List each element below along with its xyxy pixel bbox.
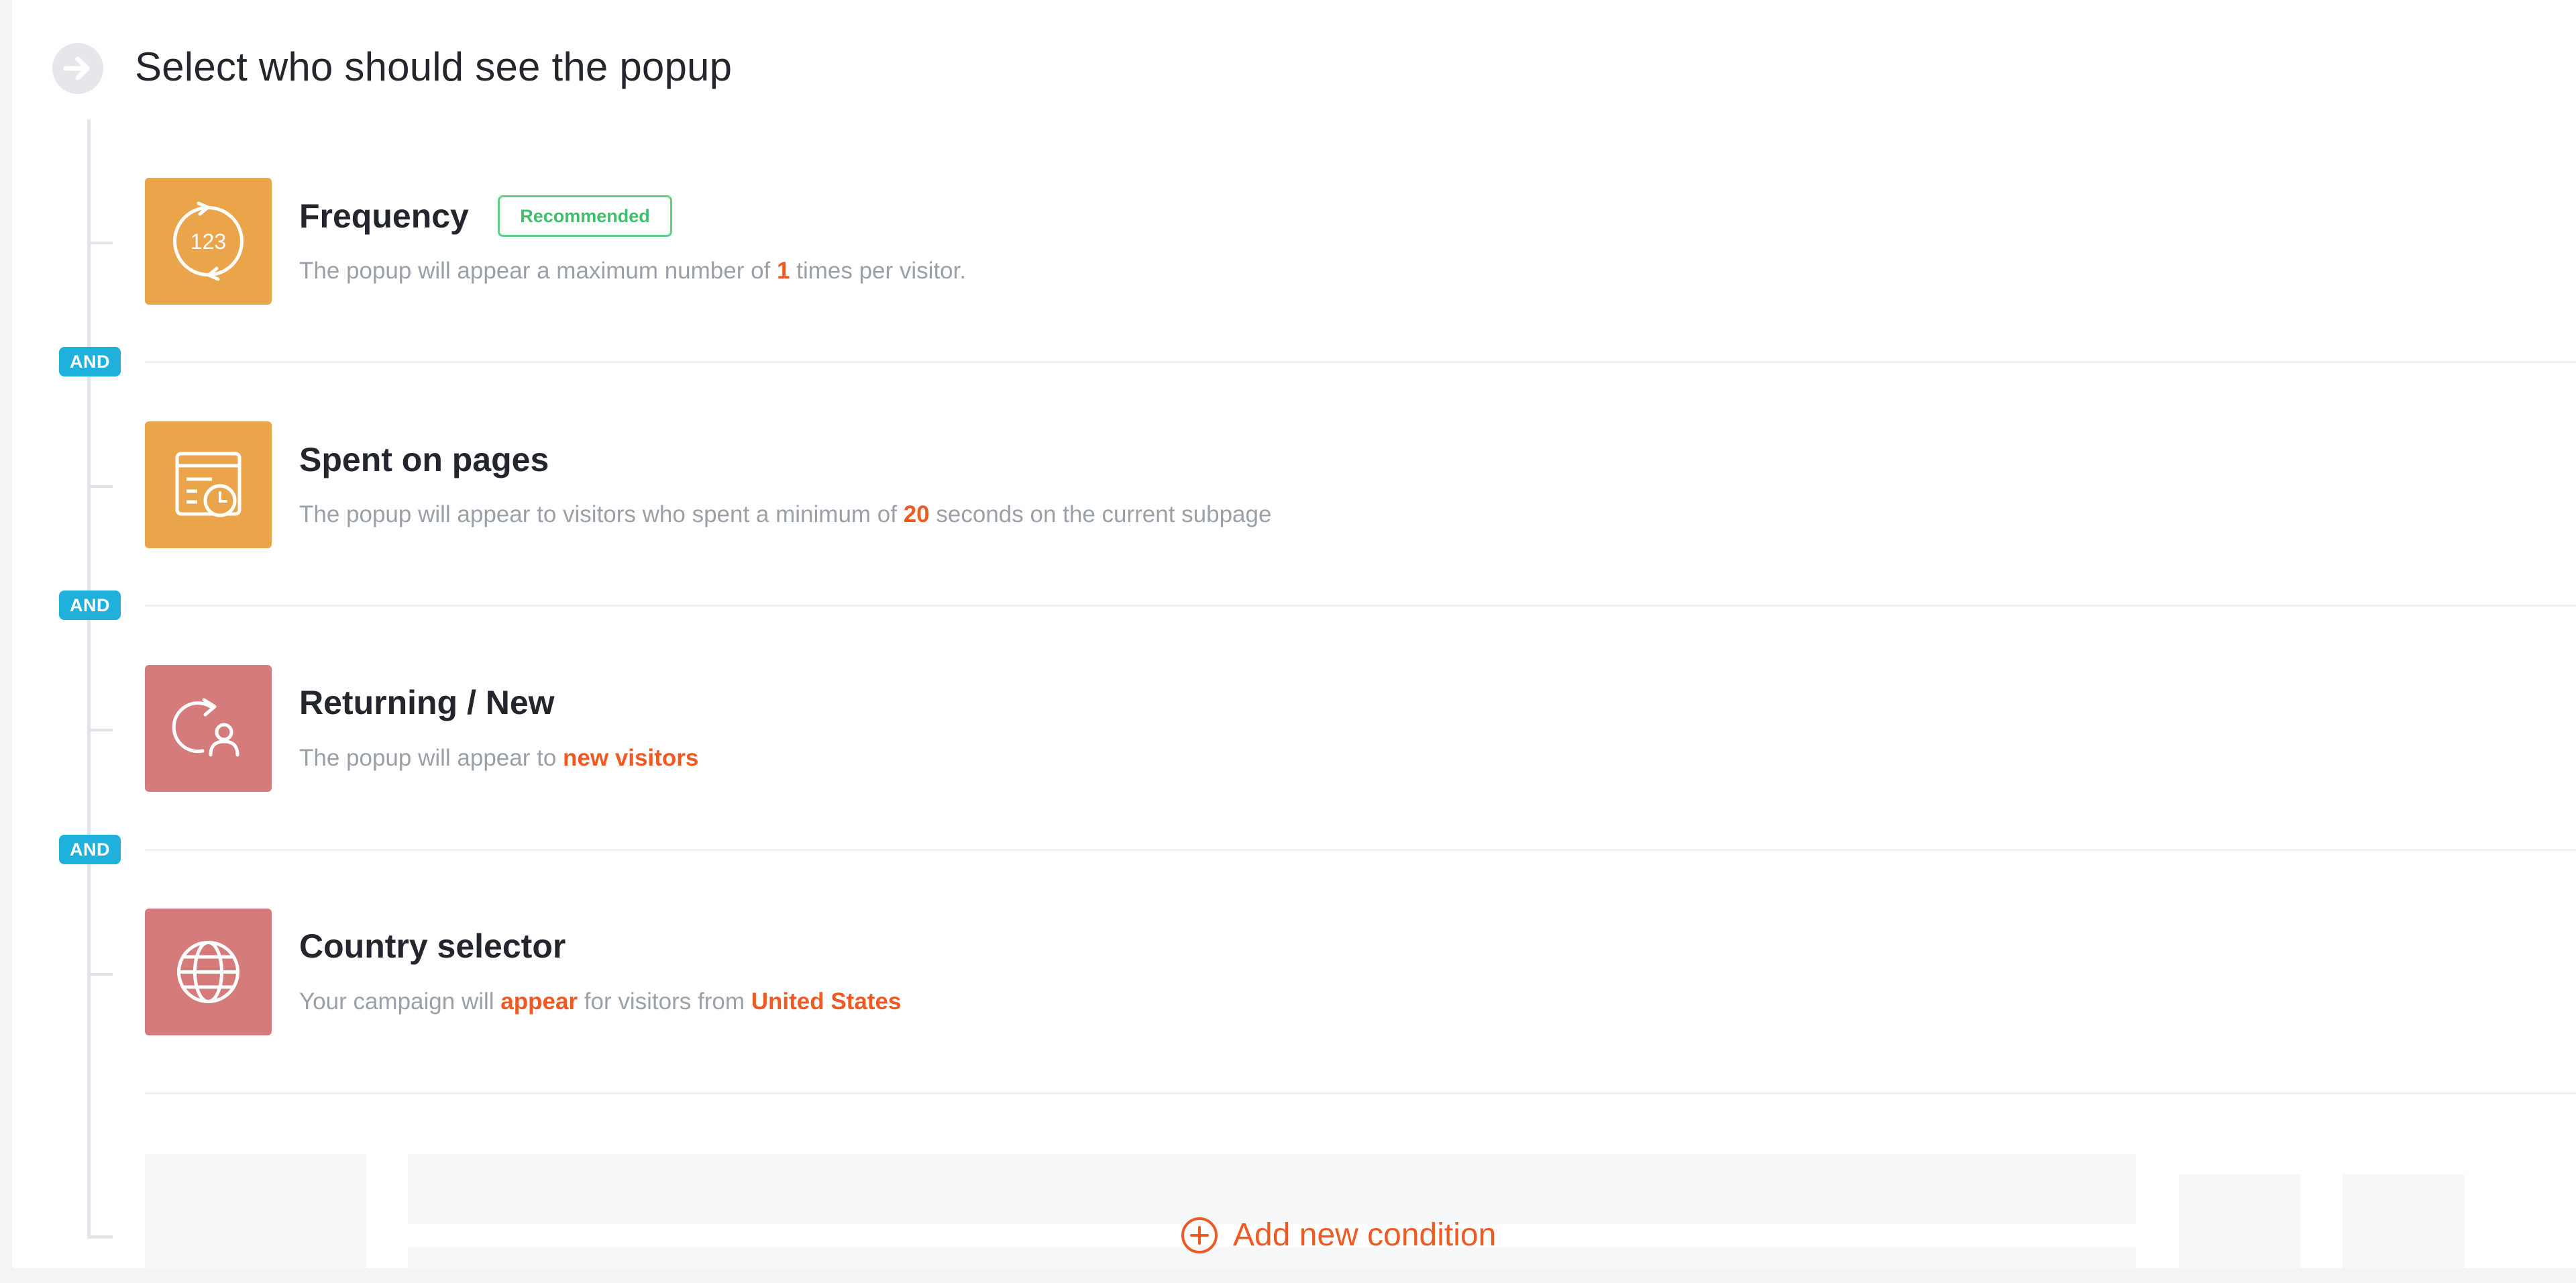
row-divider <box>145 1092 2576 1094</box>
row-divider <box>145 849 2576 851</box>
desc-text: Your campaign will <box>299 988 494 1015</box>
condition-desc-spent-on-pages: The popup will appear to visitors who sp… <box>299 499 1271 531</box>
ghost-placeholder <box>2179 1174 2301 1283</box>
row-divider <box>145 361 2576 363</box>
returning-visitor-icon[interactable] <box>145 665 272 792</box>
bottom-edge-strip <box>0 1268 2576 1283</box>
desc-text: for visitors from <box>584 988 745 1015</box>
desc-text: The popup will appear to <box>299 745 557 771</box>
arrow-right-circle-icon <box>52 43 103 94</box>
desc-text: times per visitor. <box>796 258 967 284</box>
and-operator-badge[interactable]: AND <box>59 591 121 620</box>
and-operator-badge[interactable]: AND <box>59 835 121 864</box>
condition-title-returning-new[interactable]: Returning / New <box>299 681 555 724</box>
left-edge-strip <box>0 0 12 1283</box>
add-new-condition-label: Add new condition <box>1233 1217 1497 1253</box>
timeline-end <box>87 1235 113 1239</box>
page-title: Select who should see the popup <box>135 44 733 89</box>
timeline-tick <box>91 242 113 244</box>
condition-desc-country-selector: Your campaign will appear for visitors f… <box>299 986 901 1018</box>
frequency-value[interactable]: 1 <box>777 258 790 284</box>
desc-text: The popup will appear a maximum number o… <box>299 258 771 284</box>
ghost-placeholder <box>2343 1174 2465 1283</box>
and-operator-badge[interactable]: AND <box>59 347 121 376</box>
condition-desc-frequency: The popup will appear a maximum number o… <box>299 255 966 287</box>
recommended-badge: Recommended <box>498 195 672 237</box>
ghost-placeholder <box>145 1154 366 1283</box>
condition-desc-returning-new: The popup will appear to new visitors <box>299 742 698 774</box>
svg-text:123: 123 <box>191 229 226 254</box>
timeline-line <box>87 119 91 1239</box>
display-mode-value[interactable]: appear <box>500 988 578 1015</box>
condition-title-country-selector[interactable]: Country selector <box>299 925 566 968</box>
globe-icon[interactable] <box>145 909 272 1035</box>
frequency-123-icon[interactable]: 123 <box>145 178 272 305</box>
timeline-tick <box>91 485 113 488</box>
condition-title-frequency[interactable]: Frequency <box>299 195 469 238</box>
timeline-tick <box>91 973 113 976</box>
add-new-condition-button[interactable]: Add new condition <box>1179 1212 1496 1259</box>
row-divider <box>145 605 2576 607</box>
condition-title-spent-on-pages[interactable]: Spent on pages <box>299 438 549 481</box>
desc-text: seconds on the current subpage <box>936 501 1272 527</box>
visitor-type-value[interactable]: new visitors <box>563 745 698 771</box>
desc-text: The popup will appear to visitors who sp… <box>299 501 897 527</box>
page-timer-icon[interactable] <box>145 421 272 548</box>
timeline-tick <box>91 729 113 731</box>
plus-circle-icon <box>1181 1217 1218 1253</box>
seconds-value[interactable]: 20 <box>904 501 930 527</box>
country-value[interactable]: United States <box>751 988 902 1015</box>
